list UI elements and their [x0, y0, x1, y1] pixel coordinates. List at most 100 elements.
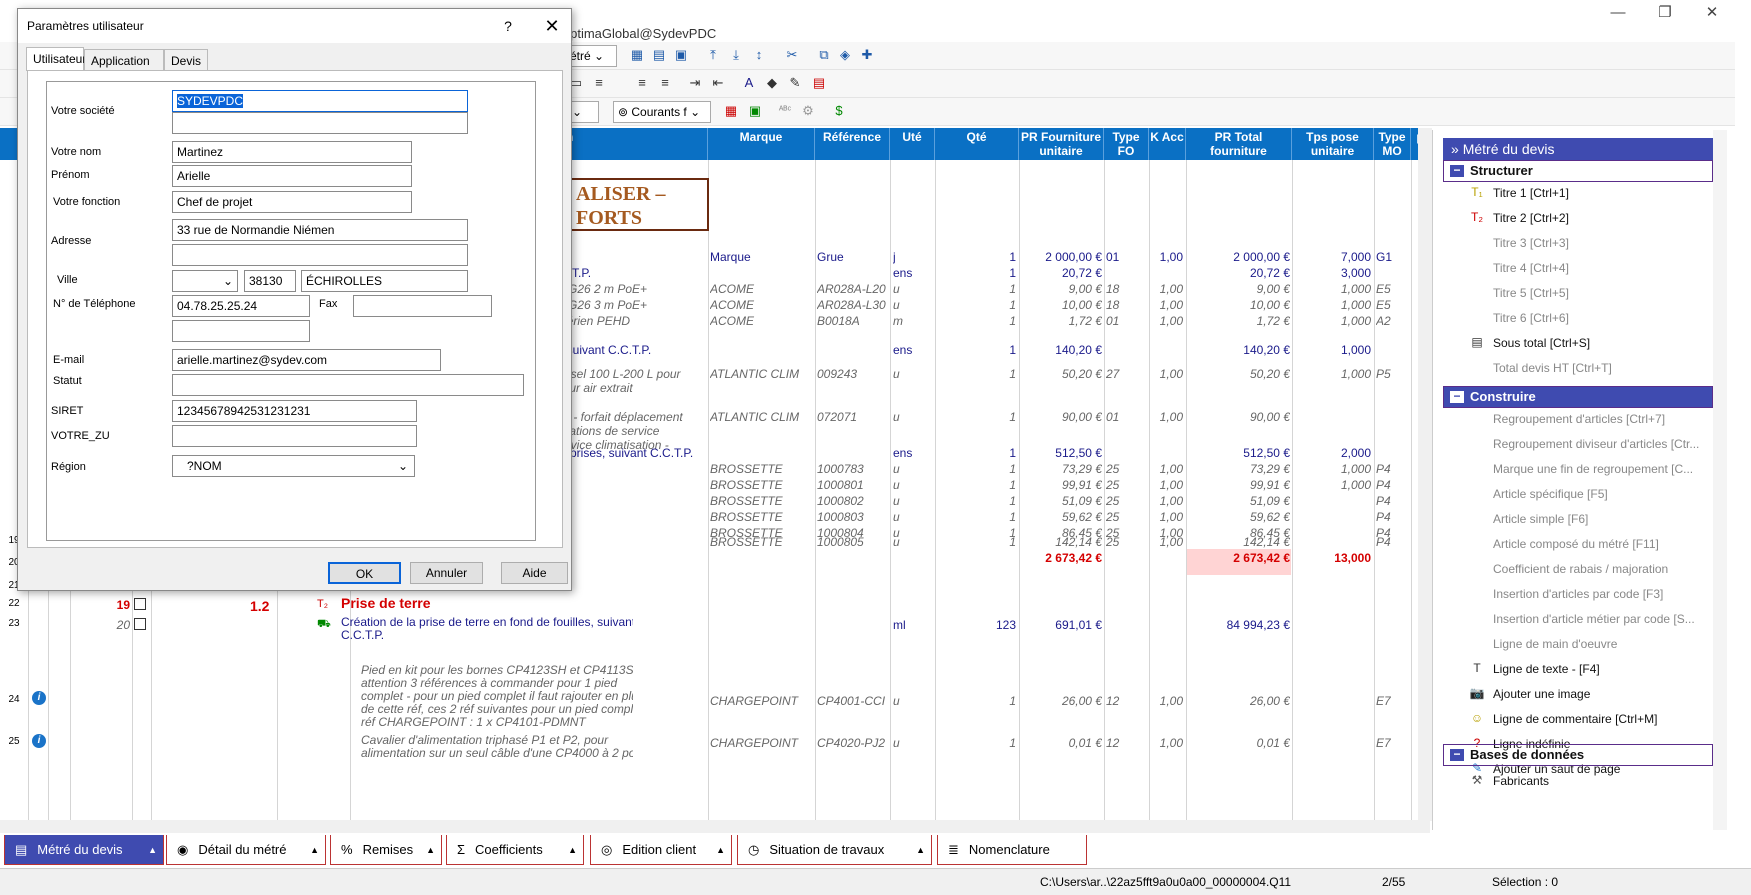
col-designation[interactable]: n [560, 128, 708, 160]
table-row[interactable]: 24 i Pied en kit pour les bornes CP4123SH … [0, 662, 1430, 732]
fill-icon[interactable]: ◆ [763, 74, 781, 92]
tab-situation-travaux[interactable]: ◷ Situation de travaux ▲ [737, 835, 932, 865]
tab-nomenclature[interactable]: ≣ Nomenclature [937, 835, 1087, 865]
col-quantite[interactable]: Qté [935, 128, 1019, 160]
tools-icon[interactable]: ✂ [783, 46, 801, 64]
section-bases-donnees[interactable]: − Bases de données [1443, 744, 1713, 766]
tab-utilisateur[interactable]: Utilisateur [26, 47, 86, 71]
move-top-icon[interactable]: ⤒ [704, 46, 722, 64]
tab-metre-devis[interactable]: ▤ Métré du devis ▲ [4, 835, 164, 865]
outdent-icon[interactable]: ⇤ [709, 74, 727, 92]
brush-icon[interactable]: ✎ [786, 74, 804, 92]
region-combo[interactable]: ?NOM ⌄ [172, 455, 415, 477]
tab-devis[interactable]: Devis [164, 49, 208, 71]
panel-item-structurer-7[interactable]: Sous total [Ctrl+S] [1493, 336, 1713, 350]
panel-item-construire-12[interactable]: Ajouter une image [1493, 687, 1713, 701]
tab-coefficients-arrow[interactable]: ▲ [568, 835, 577, 865]
col-type-mo[interactable]: Type MO [1374, 128, 1411, 160]
statut-field[interactable] [172, 374, 524, 396]
copy-icon[interactable]: ⧉ [815, 46, 833, 64]
panel-scrollbar[interactable] [1713, 130, 1727, 830]
mode-combo[interactable]: étré ⌄ [565, 45, 617, 67]
tab-metre-devis-arrow[interactable]: ▲ [148, 835, 157, 865]
lock-icon[interactable]: ▣ [746, 102, 764, 120]
settings-icon[interactable]: ⚙ [799, 102, 817, 120]
align-center-icon[interactable]: ≡ [633, 74, 651, 92]
help-button[interactable]: Aide [501, 562, 568, 584]
panel-item-construire-13[interactable]: Ligne de commentaire [Ctrl+M] [1493, 712, 1713, 726]
cube-icon[interactable]: ◈ [836, 46, 854, 64]
panel-item-construire-8[interactable]: Insertion d'articles par code [F3] [1493, 587, 1713, 601]
dialog-help-button[interactable]: ? [498, 9, 518, 43]
telephone-field-2[interactable] [172, 320, 310, 342]
panel-item-construire-3[interactable]: Marque une fin de regroupement [C... [1493, 462, 1713, 476]
tab-remises-arrow[interactable]: ▲ [426, 835, 435, 865]
tab-edition-client[interactable]: ◎ Edition client ▲ [590, 835, 732, 865]
panel-item-construire-1[interactable]: Regroupement d'articles [Ctrl+7] [1493, 412, 1713, 426]
close-button[interactable]: ✕ [1697, 2, 1727, 24]
table-row[interactable]: 22 19 1.2 T₂ Prise de terre [0, 594, 1430, 614]
fax-field[interactable] [353, 295, 492, 317]
email-field[interactable]: arielle.martinez@sydev.com [172, 349, 441, 371]
panel-item-construire-2[interactable]: Regroupement diviseur d'articles [Ctr... [1493, 437, 1713, 451]
ville-field[interactable]: ÉCHIROLLES [301, 270, 468, 292]
panel-item-construire-4[interactable]: Article spécifique [F5] [1493, 487, 1713, 501]
info-icon[interactable]: i [32, 691, 46, 705]
col-tps-pose[interactable]: Tps pose unitaire [1292, 128, 1374, 160]
row-checkbox[interactable] [134, 618, 146, 630]
style-combo[interactable]: ⊚ Courants f ⌄ [613, 101, 711, 123]
col-kacc[interactable]: K Acc [1149, 128, 1186, 160]
tab-situation-travaux-arrow[interactable]: ▲ [916, 835, 925, 865]
col-reference[interactable]: Référence [815, 128, 890, 160]
col-pr-total[interactable]: PR Total fourniture [1186, 128, 1292, 160]
section-title-block[interactable]: ALISER – FORTS [568, 178, 709, 231]
panel-item-structurer-1[interactable]: Titre 1 [Ctrl+1] [1493, 186, 1713, 200]
panel-item-structurer-6[interactable]: Titre 6 [Ctrl+6] [1493, 311, 1713, 325]
tab-detail-metre-arrow[interactable]: ▲ [310, 835, 319, 865]
panel-item-structurer-5[interactable]: Titre 5 [Ctrl+5] [1493, 286, 1713, 300]
tab-edition-client-arrow[interactable]: ▲ [716, 835, 725, 865]
code-postal-field[interactable]: 38130 [244, 270, 296, 292]
col-pr-fourniture[interactable]: PR Fourniture unitaire [1019, 128, 1104, 160]
panel-item-construire-11[interactable]: Ligne de texte - [F4] [1493, 662, 1713, 676]
adresse-field-2[interactable] [172, 244, 468, 266]
votre-zu-field[interactable] [172, 425, 417, 447]
dialog-close-button[interactable]: ✕ [538, 9, 566, 43]
panel-item-fabricants[interactable]: Fabricants [1493, 774, 1713, 788]
refresh-icon[interactable]: $ [830, 102, 848, 120]
adresse-field[interactable]: 33 rue de Normandie Niémen [172, 219, 468, 241]
telephone-field[interactable]: 04.78.25.25.24 [172, 295, 310, 317]
shield-plus-icon[interactable]: ✚ [858, 46, 876, 64]
panel-item-construire-9[interactable]: Insertion d'article métier par code [S..… [1493, 612, 1713, 626]
panel-item-construire-7[interactable]: Coefficient de rabais / majoration [1493, 562, 1713, 576]
cancel-button[interactable]: Annuler [410, 562, 483, 584]
panel-item-structurer-2[interactable]: Titre 2 [Ctrl+2] [1493, 211, 1713, 225]
spell-icon[interactable]: ᴬᴮᶜ [776, 102, 794, 120]
societe-field-2[interactable] [172, 112, 468, 134]
grid-horizontal-scrollbar[interactable] [0, 820, 1430, 833]
tab-detail-metre[interactable]: ◉ Détail du métré ▲ [166, 835, 326, 865]
save-icon[interactable]: ▣ [672, 46, 690, 64]
siret-field[interactable]: 12345678942531231231 [172, 400, 417, 422]
col-marque[interactable]: Marque [708, 128, 815, 160]
ok-button[interactable]: OK [328, 562, 401, 584]
nom-field[interactable]: Martinez [172, 141, 412, 163]
table-row[interactable]: 25 i Cavalier d'alimentation triphasé P1 e… [0, 732, 1430, 768]
format-icon[interactable]: ▤ [810, 74, 828, 92]
tab-application[interactable]: Application [84, 49, 164, 71]
col-type-fo[interactable]: Type FO [1104, 128, 1149, 160]
row-checkbox[interactable] [134, 598, 146, 610]
align-right-icon[interactable]: ≡ [656, 74, 674, 92]
panel-item-construire-6[interactable]: Article composé du métré [F11] [1493, 537, 1713, 551]
indent-icon[interactable]: ⇥ [686, 74, 704, 92]
panel-item-construire-5[interactable]: Article simple [F6] [1493, 512, 1713, 526]
restore-button[interactable]: ❐ [1650, 2, 1680, 24]
move-updown-icon[interactable]: ↕ [750, 46, 768, 64]
panel-item-structurer-8[interactable]: Total devis HT [Ctrl+T] [1493, 361, 1713, 375]
section-construire[interactable]: − Construire [1443, 386, 1713, 408]
tab-remises[interactable]: % Remises ▲ [330, 835, 442, 865]
societe-field[interactable]: SYDEVPDC [172, 90, 468, 112]
info-icon[interactable]: i [32, 734, 46, 748]
panel-item-structurer-4[interactable]: Titre 4 [Ctrl+4] [1493, 261, 1713, 275]
doc-icon-2[interactable]: ▤ [650, 46, 668, 64]
